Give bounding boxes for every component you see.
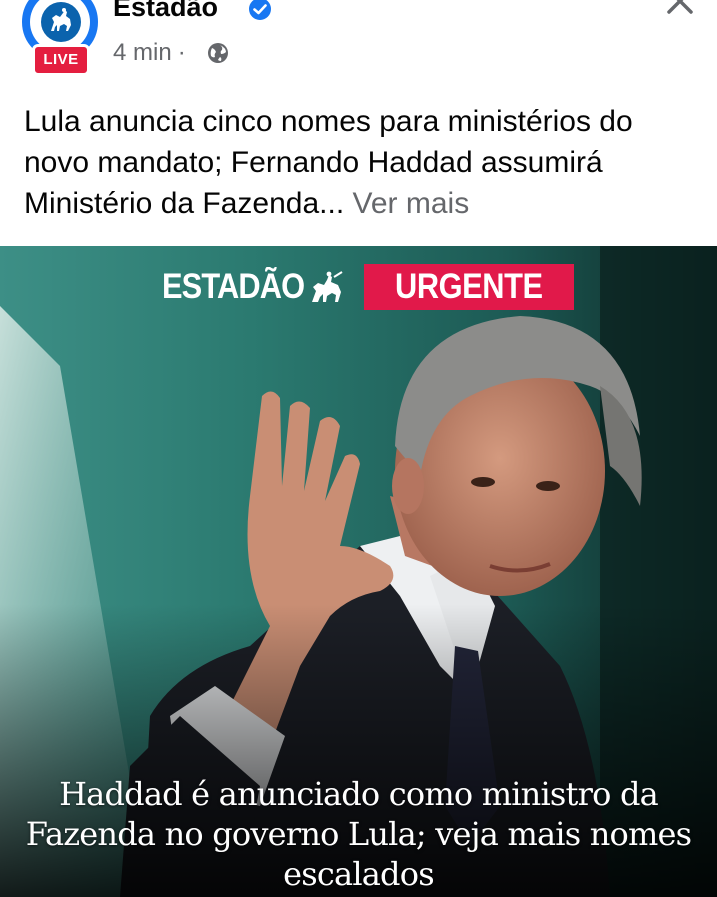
verified-badge-icon <box>249 0 271 20</box>
horse-rider-icon <box>312 271 343 302</box>
post-header: LIVE Estadão 4 min · <box>0 0 717 95</box>
urgent-tag: URGENTE <box>364 264 574 310</box>
brand-name: ESTADÃO <box>162 267 305 306</box>
globe-icon[interactable] <box>207 42 229 64</box>
close-icon[interactable] <box>663 0 697 18</box>
page-name-link[interactable]: Estadão <box>113 0 218 23</box>
post-image[interactable]: ESTADÃO URGENTE Haddad é anunciado como … <box>0 246 717 897</box>
caption-text: Lula anuncia cinco nomes para ministério… <box>24 105 633 220</box>
brand-bar: ESTADÃO <box>162 264 343 310</box>
post-caption: Lula anuncia cinco nomes para ministério… <box>24 101 704 224</box>
post-meta: 4 min · <box>113 38 190 68</box>
live-badge: LIVE <box>32 44 90 76</box>
more-options-icon[interactable] <box>575 0 615 10</box>
urgent-label: URGENTE <box>395 267 543 306</box>
estadao-horse-logo-icon <box>41 2 81 42</box>
post-timestamp[interactable]: 4 min <box>113 39 172 66</box>
meta-separator: · <box>177 39 186 66</box>
see-more-link[interactable]: Ver mais <box>353 187 470 220</box>
image-headline: Haddad é anunciado como ministro da Faze… <box>25 775 692 893</box>
